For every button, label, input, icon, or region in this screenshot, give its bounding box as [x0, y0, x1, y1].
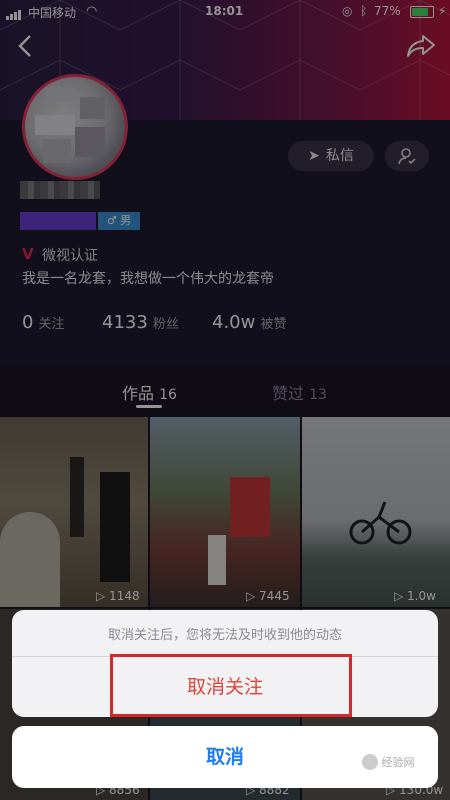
- watermark: 经验网: [362, 754, 442, 778]
- watermark-logo-icon: [362, 754, 378, 770]
- watermark-text: 经验网: [381, 756, 415, 769]
- action-sheet-message: 取消关注后，您将无法及时收到他的动态: [107, 628, 342, 643]
- highlight-box: [110, 654, 352, 717]
